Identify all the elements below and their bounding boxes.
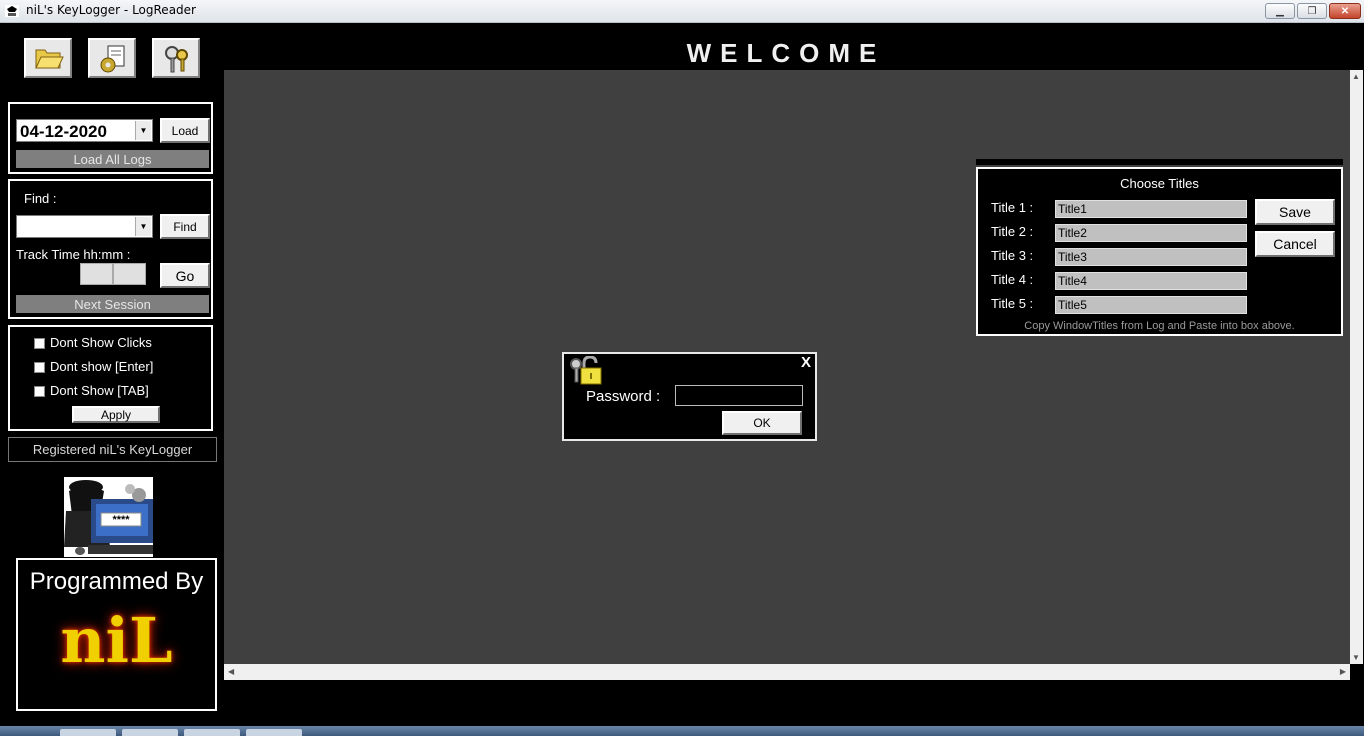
track-time-label: Track Time hh:mm : [16,247,131,262]
options-panel: Dont Show Clicks Dont show [Enter] Dont … [8,325,213,431]
close-icon: ✕ [1340,5,1350,17]
horizontal-scrollbar[interactable]: ◀ ▶ [224,664,1350,680]
registered-label: Registered niL's KeyLogger [8,437,217,462]
keys-icon [165,46,188,73]
title-2-input[interactable]: Title2 [1055,224,1247,242]
find-button[interactable]: Find [160,214,210,239]
cancel-button[interactable]: Cancel [1255,231,1335,257]
password-mask-text: **** [112,514,130,526]
taskbar-item[interactable] [184,729,240,736]
dont-show-clicks-checkbox[interactable] [34,338,45,349]
minute-input[interactable] [113,263,146,285]
dont-show-tab-checkbox[interactable] [34,386,45,397]
window-titlebar: niL's KeyLogger - LogReader ▁ ❐ ✕ [0,0,1364,23]
restore-icon: ❐ [1307,5,1317,17]
taskbar-item[interactable] [60,729,116,736]
find-select[interactable]: ▼ [16,215,153,238]
spy-app-icon [5,5,19,17]
titles-panel-strip [976,159,1343,165]
load-button[interactable]: Load [160,118,210,143]
scroll-up-icon[interactable]: ▲ [1352,72,1360,81]
scroll-right-icon[interactable]: ▶ [1340,667,1346,676]
programmed-by-text: Programmed By [29,568,204,595]
welcome-heading: WELCOME [686,38,886,68]
vertical-scrollbar[interactable]: ▲ ▼ [1350,70,1363,664]
choose-titles-panel: Choose Titles Title 1 : Title1 Title 2 :… [976,167,1343,336]
titles-hint: Copy WindowTitles from Log and Paste int… [1024,320,1295,332]
close-window-button[interactable]: ✕ [1329,3,1361,19]
choose-titles-heading: Choose Titles [1120,176,1199,191]
save-button[interactable]: Save [1255,199,1335,225]
settings-document-icon [100,45,125,73]
title-3-label: Title 3 : [991,248,1034,263]
dont-show-enter-checkbox[interactable] [34,362,45,373]
dialog-close-button[interactable]: X [801,354,811,371]
window-title: niL's KeyLogger - LogReader [26,3,196,17]
dont-show-tab-label: Dont Show [TAB] [50,383,149,398]
scroll-down-icon[interactable]: ▼ [1352,653,1360,662]
taskbar-item[interactable] [246,729,302,736]
lock-keys-icon [570,356,602,385]
title-5-input[interactable]: Title5 [1055,296,1247,314]
go-button[interactable]: Go [160,263,210,288]
password-input[interactable] [675,385,803,406]
restore-button[interactable]: ❐ [1297,3,1327,19]
taskbar-item[interactable] [122,729,178,736]
apply-button[interactable]: Apply [72,406,160,423]
hour-input[interactable] [80,263,113,285]
password-dialog: X Password : OK [562,352,817,441]
title-2-label: Title 2 : [991,224,1034,239]
load-panel: 04-12-2020 ▼ Load Load All Logs [8,102,213,174]
date-value: 04-12-2020 [20,122,107,141]
minimize-icon: ▁ [1276,5,1284,17]
title-5-label: Title 5 : [991,296,1034,311]
title-3-input[interactable]: Title3 [1055,248,1247,266]
dont-show-enter-label: Dont show [Enter] [50,359,154,374]
spy-computer-image: **** [64,477,153,557]
load-all-logs-button[interactable]: Load All Logs [16,150,209,168]
password-keys-button[interactable] [152,38,200,78]
title-1-label: Title 1 : [991,200,1034,215]
find-panel: Find : ▼ Find Track Time hh:mm : Go Next… [8,179,213,319]
next-session-button[interactable]: Next Session [16,295,209,313]
programmed-by-logo: Programmed By niL [16,558,217,711]
minimize-button[interactable]: ▁ [1265,3,1295,19]
title-4-label: Title 4 : [991,272,1034,287]
log-settings-button[interactable] [88,38,136,78]
password-label: Password : [586,388,661,405]
ok-button[interactable]: OK [722,411,802,435]
chevron-down-icon[interactable]: ▼ [135,217,151,236]
dont-show-clicks-label: Dont Show Clicks [50,335,152,350]
open-folder-icon [35,49,64,69]
nil-logo-text: niL [60,604,173,677]
find-label: Find : [24,191,57,206]
open-log-button[interactable] [24,38,72,78]
chevron-down-icon[interactable]: ▼ [135,121,151,140]
scroll-left-icon[interactable]: ◀ [228,667,234,676]
title-4-input[interactable]: Title4 [1055,272,1247,290]
date-select[interactable]: 04-12-2020 ▼ [16,119,153,142]
title-1-input[interactable]: Title1 [1055,200,1247,218]
